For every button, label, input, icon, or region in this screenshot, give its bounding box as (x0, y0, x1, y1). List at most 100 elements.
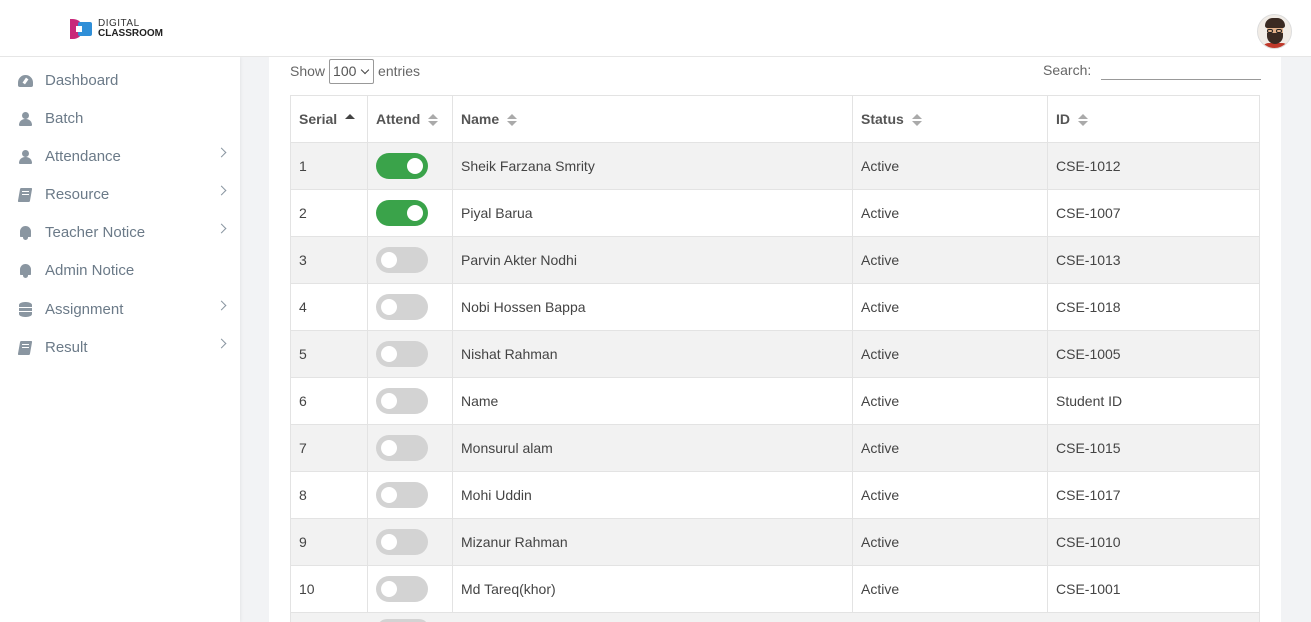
table-row: 6 Name Active Student ID (290, 377, 1260, 425)
sidebar-item-label: Attendance (45, 147, 121, 165)
toggle-knob (407, 205, 423, 221)
cell-name: Parvin Akter Nodhi (452, 236, 853, 284)
book-icon (18, 340, 33, 355)
table-row: 2 Piyal Barua Active CSE-1007 (290, 189, 1260, 237)
sidebar-item-result[interactable]: Result (0, 332, 240, 362)
user-icon (18, 111, 33, 126)
column-header-name[interactable]: Name (452, 95, 853, 143)
logo-text-line2: CLASSROOM (98, 28, 163, 39)
cell-id: CSE-1007 (1047, 189, 1260, 237)
table-row: 10 Md Tareq(khor) Active CSE-1001 (290, 565, 1260, 613)
cell-name: Monsurul alam (452, 424, 853, 472)
table-row: 3 Parvin Akter Nodhi Active CSE-1013 (290, 236, 1260, 284)
table-row-partial (290, 612, 1260, 622)
cell-serial: 7 (290, 424, 368, 472)
cell-name: Md Tareq(khor) (452, 565, 853, 613)
cell-status: Active (852, 518, 1048, 566)
cell-attend (367, 283, 453, 331)
column-header-attend[interactable]: Attend (367, 95, 453, 143)
sidebar-item-batch[interactable]: Batch (0, 103, 240, 133)
chevron-right-icon (216, 185, 227, 196)
cell-attend (367, 471, 453, 519)
cell-attend (367, 189, 453, 237)
cell-attend (367, 236, 453, 284)
sidebar: Dashboard Batch Attendance Resource Teacher … (0, 57, 240, 622)
cell-status: Active (852, 424, 1048, 472)
cell-status: Active (852, 330, 1048, 378)
column-header-label: Attend (376, 111, 421, 127)
search-input[interactable] (1101, 60, 1261, 80)
cell-status: Active (852, 377, 1048, 425)
attend-toggle[interactable] (376, 341, 428, 367)
table-row: 4 Nobi Hossen Bappa Active CSE-1018 (290, 283, 1260, 331)
attend-toggle[interactable] (376, 435, 428, 461)
attendance-table: Serial Attend Name Status ID 1 Sheik Farz… (290, 95, 1260, 613)
toggle-knob (381, 393, 397, 409)
column-header-serial[interactable]: Serial (290, 95, 368, 143)
sidebar-item-assignment[interactable]: Assignment (0, 294, 240, 324)
cell-name: Name (452, 377, 853, 425)
cell-name: Nobi Hossen Bappa (452, 283, 853, 331)
user-icon (18, 149, 33, 164)
toggle-knob (381, 534, 397, 550)
sidebar-item-teacher-notice[interactable]: Teacher Notice (0, 217, 240, 247)
cell-name: Mizanur Rahman (452, 518, 853, 566)
toggle-knob (381, 346, 397, 362)
attend-toggle[interactable] (376, 247, 428, 273)
column-header-label: Status (861, 111, 904, 127)
page-size-control: Show 100 entries (290, 58, 420, 84)
page-size-select[interactable]: 100 (329, 58, 375, 84)
cell-attend (367, 377, 453, 425)
attend-toggle[interactable] (376, 294, 428, 320)
cell-status: Active (852, 189, 1048, 237)
book-icon (18, 187, 33, 202)
cell-status: Active (852, 142, 1048, 190)
cell-id: CSE-1015 (1047, 424, 1260, 472)
cell-status: Active (852, 236, 1048, 284)
toggle-knob (381, 299, 397, 315)
cell-name: Sheik Farzana Smrity (452, 142, 853, 190)
attend-toggle[interactable] (376, 200, 428, 226)
sort-icon (507, 114, 518, 127)
attend-toggle[interactable] (376, 529, 428, 555)
sidebar-item-label: Result (45, 338, 88, 356)
sidebar-item-admin-notice[interactable]: Admin Notice (0, 255, 240, 285)
cell-serial: 1 (290, 142, 368, 190)
gauge-icon (18, 73, 33, 88)
cell-name: Mohi Uddin (452, 471, 853, 519)
sidebar-item-label: Admin Notice (45, 261, 135, 279)
logo-mark-icon (70, 18, 94, 40)
user-avatar[interactable] (1257, 14, 1292, 49)
attend-toggle[interactable] (376, 388, 428, 414)
sidebar-item-attendance[interactable]: Attendance (0, 141, 240, 171)
cell-id: CSE-1001 (1047, 565, 1260, 613)
digital-classroom-logo[interactable]: DIGITAL CLASSROOM (70, 18, 163, 40)
attend-toggle[interactable] (376, 576, 428, 602)
sort-icon (1078, 114, 1088, 127)
column-header-id[interactable]: ID (1047, 95, 1260, 143)
top-bar: DIGITAL CLASSROOM (0, 0, 1311, 57)
cell-attend (367, 142, 453, 190)
cell-serial: 5 (290, 330, 368, 378)
toggle-knob (381, 581, 397, 597)
toggle-knob (381, 252, 397, 268)
sidebar-item-dashboard[interactable]: Dashboard (0, 65, 240, 95)
search-label: Search: (1043, 62, 1092, 78)
table-row: 1 Sheik Farzana Smrity Active CSE-1012 (290, 142, 1260, 190)
cell-status: Active (852, 471, 1048, 519)
sidebar-item-resource[interactable]: Resource (0, 179, 240, 209)
table-row: 5 Nishat Rahman Active CSE-1005 (290, 330, 1260, 378)
column-header-status[interactable]: Status (852, 95, 1048, 143)
sidebar-item-label: Resource (45, 185, 110, 203)
column-header-label: Serial (299, 111, 338, 127)
cell-attend (367, 424, 453, 472)
cell-name: Piyal Barua (452, 189, 853, 237)
cell-attend (367, 565, 453, 613)
toggle-knob (381, 440, 397, 456)
attend-toggle[interactable] (376, 153, 428, 179)
toggle-knob (381, 487, 397, 503)
sort-icon (428, 114, 439, 127)
cell-attend (367, 518, 453, 566)
attend-toggle[interactable] (376, 482, 428, 508)
cell-serial: 3 (290, 236, 368, 284)
